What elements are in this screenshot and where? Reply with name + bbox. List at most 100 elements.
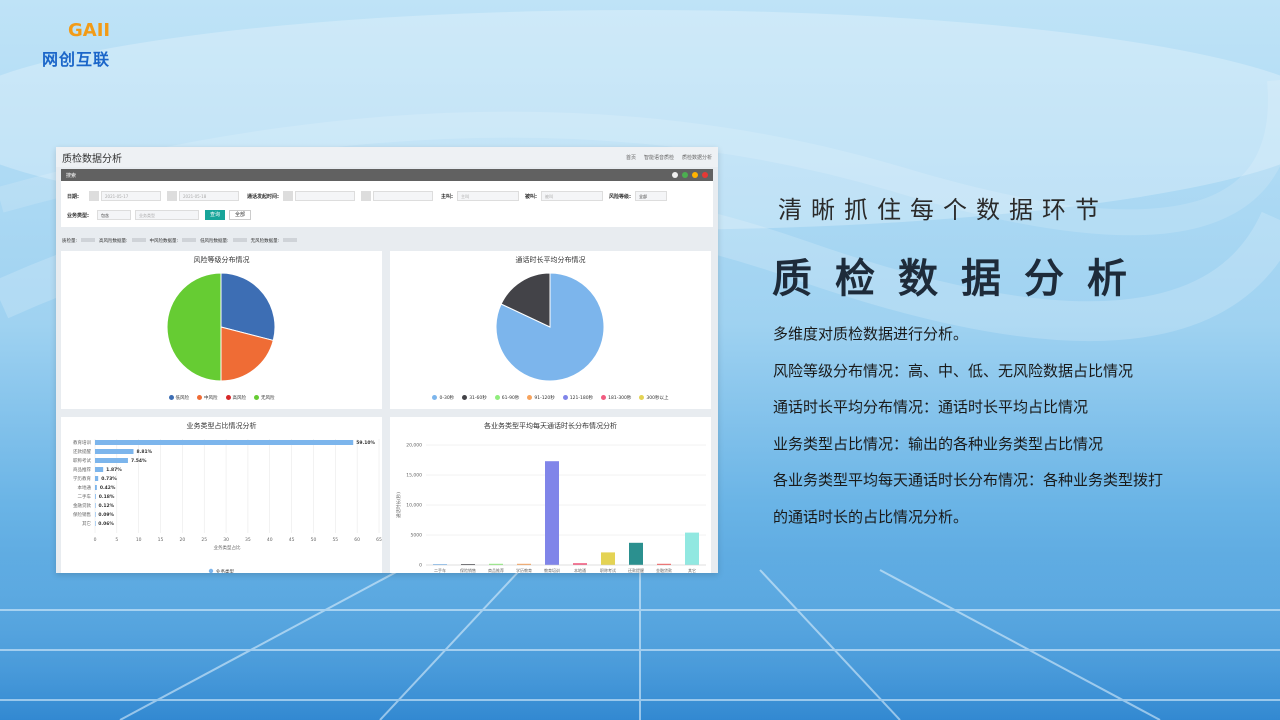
legend-swatch [639, 395, 645, 400]
category-label: 其它 [688, 567, 696, 573]
legend-item[interactable]: 121-180秒 [562, 395, 593, 401]
duration-chart-title: 通话时长平均分布情况 [515, 256, 586, 264]
data-label: 0.06% [98, 521, 114, 527]
category-label: 其它 [82, 520, 91, 527]
description-line: 的通话时长的占比情况分析。 [773, 507, 969, 526]
bar [95, 512, 96, 517]
duration-pie-chart [495, 272, 605, 382]
tick-label: 15 [158, 537, 164, 543]
risk-level-label: 风险等级: [609, 194, 631, 200]
refresh-icon[interactable] [682, 172, 688, 178]
bar [601, 552, 615, 565]
legend-swatch [432, 395, 438, 400]
legend-item[interactable]: 91-120秒 [527, 395, 555, 401]
data-label: 8.81% [136, 449, 152, 455]
category-label: 学历教育 [73, 475, 91, 482]
category-label: 保险销售 [73, 511, 91, 518]
caller-input[interactable]: 主叫 [457, 191, 519, 201]
calendar-icon[interactable] [167, 191, 177, 201]
stat-none-label: 无风险数据量: [250, 239, 280, 244]
date-start-input[interactable]: 2021-05-17 [101, 191, 161, 201]
legend-swatch [527, 395, 533, 400]
pie-slice [166, 272, 222, 382]
data-label: 0.42% [100, 485, 116, 491]
category-label: 职称考试 [73, 457, 91, 464]
tick-label: 40 [267, 537, 273, 543]
legend-item[interactable]: 低风险 [168, 395, 189, 401]
callee-label: 被叫: [525, 194, 537, 200]
description-line: 多维度对质检数据进行分析。 [773, 325, 969, 343]
legend-item[interactable]: 高风险 [225, 395, 246, 401]
category-label: 本地通 [78, 484, 92, 491]
bar [95, 476, 99, 481]
filter-form: 日期: 2021-05-17 2021-05-18 通话发起时间: 主叫: 主叫… [61, 181, 713, 227]
date-label: 日期: [67, 194, 79, 200]
legend-item[interactable]: 业务类型 [216, 568, 234, 573]
call-time-end-input[interactable] [373, 191, 433, 201]
breadcrumb: 首页 智能语音质检 质检数据分析 [626, 154, 712, 161]
category-label: 学历教育 [516, 567, 532, 573]
caller-label: 主叫: [441, 194, 453, 200]
legend-item[interactable]: 无风险 [254, 395, 275, 401]
stat-value-blurred [283, 238, 298, 242]
tick-label: 10 [136, 537, 142, 543]
bar [629, 542, 643, 565]
date-end-input[interactable]: 2021-05-18 [179, 191, 239, 201]
breadcrumb-home[interactable]: 首页 [626, 154, 636, 161]
stat-value-blurred [232, 238, 247, 242]
legend-swatch [225, 395, 231, 400]
stat-value-blurred [131, 238, 146, 242]
query-button[interactable]: 查询 [205, 210, 226, 220]
category-label: 商品推荐 [488, 567, 504, 573]
bar [95, 449, 134, 454]
calendar-icon[interactable] [361, 191, 371, 201]
legend-swatch [462, 395, 468, 400]
call-time-label: 通话发起时间: [247, 194, 280, 200]
risk-level-select[interactable]: 全部 [635, 191, 667, 201]
tick-label: 65 [376, 537, 382, 543]
search-bar: 搜索 [61, 169, 713, 181]
category-label: 还款提醒 [73, 448, 91, 455]
add-icon[interactable] [672, 172, 678, 178]
avg-duration-bar-chart: 0 5000 10,000 15,000 20,000 通话时长(秒) 二手车 保险销售 商品推… [395, 443, 706, 573]
stat-low-label: 低风险数据量: [200, 239, 229, 244]
close-icon[interactable] [702, 172, 708, 178]
logo-text: 网创互联 [42, 50, 111, 69]
tick-label: 5 [115, 537, 118, 543]
stat-medium-label: 中风险数据量: [149, 239, 179, 244]
legend-item[interactable]: 31-60秒 [462, 395, 487, 401]
business-type-mode-select[interactable]: 包含 [97, 210, 131, 220]
business-type-chart-card: 业务类型占比情况分析 0 5 10 15 20 25 30 35 40 45 50 55 60 65 教育培… [61, 417, 382, 573]
call-time-start-input[interactable] [295, 191, 355, 201]
calendar-icon[interactable] [89, 191, 99, 201]
risk-chart-legend: 低风险 中风险 高风险 无风险 [61, 395, 382, 401]
legend-item[interactable]: 61-90秒 [494, 395, 519, 401]
tick-label: 35 [245, 537, 251, 543]
business-type-bar-chart: 0 5 10 15 20 25 30 35 40 45 50 55 60 65 教育培训 59.10% 还款提醒… [73, 439, 382, 573]
legend-swatch [168, 395, 174, 400]
dashboard-screenshot: 质检数据分析 首页 智能语音质检 质检数据分析 搜索 日期: 2021-05-1… [56, 147, 718, 573]
tick-label: 10,000 [406, 503, 422, 509]
breadcrumb-voice-qc[interactable]: 智能语音质检 [644, 154, 674, 161]
description: 多维度对质检数据进行分析。 风险等级分布情况：高、中、低、无风险数据占比情况 通… [773, 316, 1243, 536]
minimize-icon[interactable] [692, 172, 698, 178]
bar [545, 461, 559, 565]
tick-label: 20 [180, 537, 186, 543]
description-line: 业务类型占比情况：输出的各种业务类型占比情况 [773, 434, 1104, 453]
legend-item[interactable]: 300秒以上 [639, 395, 669, 401]
category-label: 教育培训 [544, 567, 560, 573]
business-type-input[interactable]: 业务类型 [135, 210, 199, 220]
callee-input[interactable]: 被叫 [541, 191, 603, 201]
description-line: 通话时长平均分布情况：通话时长平均占比情况 [773, 398, 1089, 417]
show-all-button[interactable]: 全部 [229, 210, 252, 220]
data-label: 1.87% [106, 467, 122, 473]
legend-swatch [208, 568, 214, 573]
legend-item[interactable]: 181-300秒 [601, 395, 631, 401]
legend-item[interactable]: 0-30秒 [432, 395, 454, 401]
legend-item[interactable]: 中风险 [197, 395, 218, 401]
calendar-icon[interactable] [283, 191, 293, 201]
bar [95, 467, 104, 472]
panel-header: 质检数据分析 首页 智能语音质检 质检数据分析 [56, 147, 718, 167]
bar [95, 521, 96, 526]
risk-chart-title: 风险等级分布情况 [193, 256, 250, 264]
